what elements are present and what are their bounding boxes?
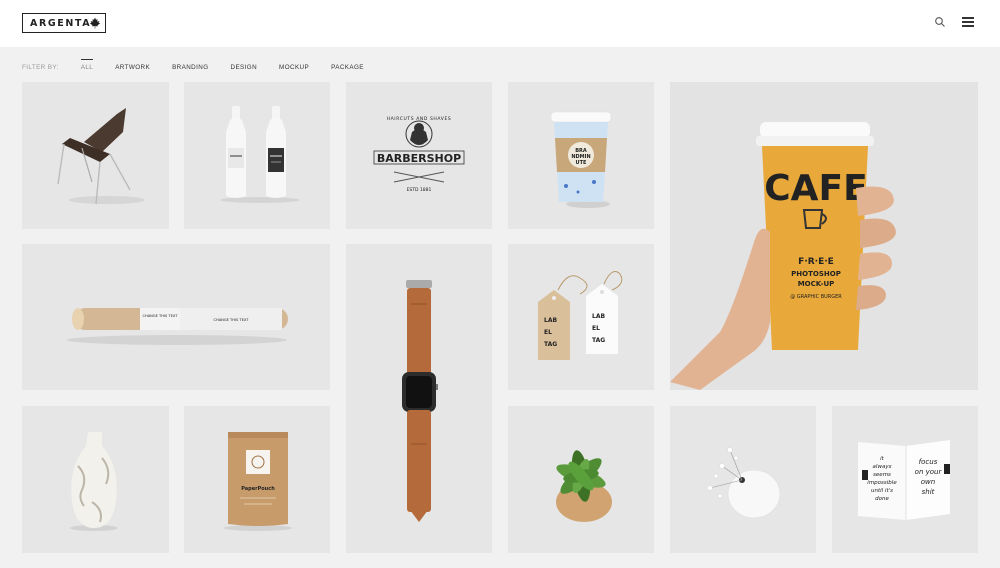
svg-text:@ GRAPHIC BURGER: @ GRAPHIC BURGER — [790, 294, 842, 300]
svg-text:until it's: until it's — [871, 488, 893, 494]
pouch-image: PaperPouch — [224, 432, 292, 531]
svg-text:CAFE: CAFE — [764, 168, 867, 209]
portfolio-item-book[interactable]: it always seems impossible until it's do… — [832, 406, 978, 553]
svg-text:ESTD 1881: ESTD 1881 — [407, 187, 432, 193]
svg-text:impossible: impossible — [867, 480, 897, 486]
portfolio-item-tube[interactable]: CHANGE THIS TEXT CHANGE THIS TEXT — [22, 244, 330, 390]
portfolio-item-flower[interactable] — [670, 406, 816, 553]
plant-image — [556, 450, 612, 522]
svg-text:UTE: UTE — [576, 160, 587, 166]
portfolio-item-label-tags[interactable]: LAB EL TAG LAB EL TAG — [508, 244, 654, 390]
filter-mockup[interactable]: MOCKUP — [279, 64, 309, 71]
barbershop-logo-image: HAIRCUTS AND SHAVES BARBERSHOP ESTD 1881 — [373, 116, 465, 193]
coffee-cup-image: BRA NDMIN UTE — [550, 111, 612, 208]
portfolio-item-hand-cup[interactable]: CAFE F·R·E·E PHOTOSHOP MOCK-UP @ GRAPHIC… — [670, 82, 978, 390]
hamburger-menu-icon[interactable] — [962, 17, 974, 27]
portfolio-item-barbershop[interactable]: HAIRCUTS AND SHAVES BARBERSHOP ESTD 1881 — [346, 82, 492, 229]
svg-text:focus: focus — [919, 458, 938, 466]
svg-text:seems: seems — [873, 472, 891, 478]
svg-text:shit: shit — [922, 488, 935, 496]
portfolio-item-plant[interactable] — [508, 406, 654, 553]
svg-text:LAB: LAB — [544, 317, 557, 324]
svg-text:on your: on your — [915, 468, 943, 476]
hand-cup-image: CAFE F·R·E·E PHOTOSHOP MOCK-UP @ GRAPHIC… — [670, 122, 896, 390]
portfolio-item-chair[interactable] — [22, 82, 169, 229]
portfolio-item-coffee-cup[interactable]: BRA NDMIN UTE — [508, 82, 654, 229]
svg-text:CHANGE THIS TEXT: CHANGE THIS TEXT — [214, 318, 250, 322]
filter-package[interactable]: PACKAGE — [331, 64, 364, 71]
label-tags-image: LAB EL TAG LAB EL TAG — [538, 271, 623, 360]
svg-text:PaperPouch: PaperPouch — [241, 486, 275, 492]
watch-image — [402, 280, 438, 522]
portfolio-item-vase[interactable] — [22, 406, 169, 553]
svg-text:F·R·E·E: F·R·E·E — [798, 257, 834, 267]
maple-leaf-icon — [89, 17, 101, 29]
svg-text:CHANGE THIS TEXT: CHANGE THIS TEXT — [143, 314, 179, 318]
logo-text: ARGENTA — [30, 17, 92, 29]
flower-vase-image — [707, 447, 781, 519]
svg-text:own: own — [921, 478, 935, 486]
filter-branding[interactable]: BRANDING — [172, 64, 208, 71]
svg-text:LAB: LAB — [592, 313, 605, 320]
brand-logo[interactable]: ARGENTA — [22, 13, 106, 33]
site-header: ARGENTA — [0, 0, 1000, 47]
svg-text:done: done — [875, 496, 889, 502]
filter-label: FILTER BY: — [22, 63, 59, 71]
chair-image — [57, 108, 145, 205]
portfolio-item-watch[interactable] — [346, 244, 492, 553]
open-book-image: it always seems impossible until it's do… — [858, 440, 950, 520]
tube-image: CHANGE THIS TEXT CHANGE THIS TEXT — [67, 308, 288, 345]
bottles-image — [220, 106, 300, 203]
svg-text:MOCK-UP: MOCK-UP — [798, 280, 835, 288]
svg-text:TAG: TAG — [592, 337, 605, 344]
filter-all[interactable]: ALL — [80, 58, 94, 71]
svg-text:EL: EL — [544, 329, 552, 336]
svg-text:BARBERSHOP: BARBERSHOP — [377, 152, 461, 165]
search-icon[interactable] — [934, 16, 946, 28]
svg-text:PHOTOSHOP: PHOTOSHOP — [791, 270, 841, 278]
svg-text:always: always — [873, 464, 892, 470]
portfolio-item-pouch[interactable]: PaperPouch — [184, 406, 330, 553]
svg-text:TAG: TAG — [544, 341, 557, 348]
portfolio-item-bottles[interactable] — [184, 82, 330, 229]
svg-text:EL: EL — [592, 325, 600, 332]
filter-bar: FILTER BY: ALL ARTWORK BRANDING DESIGN M… — [22, 58, 386, 72]
vase-image — [70, 432, 118, 531]
filter-design[interactable]: DESIGN — [231, 64, 258, 71]
filter-artwork[interactable]: ARTWORK — [115, 64, 150, 71]
